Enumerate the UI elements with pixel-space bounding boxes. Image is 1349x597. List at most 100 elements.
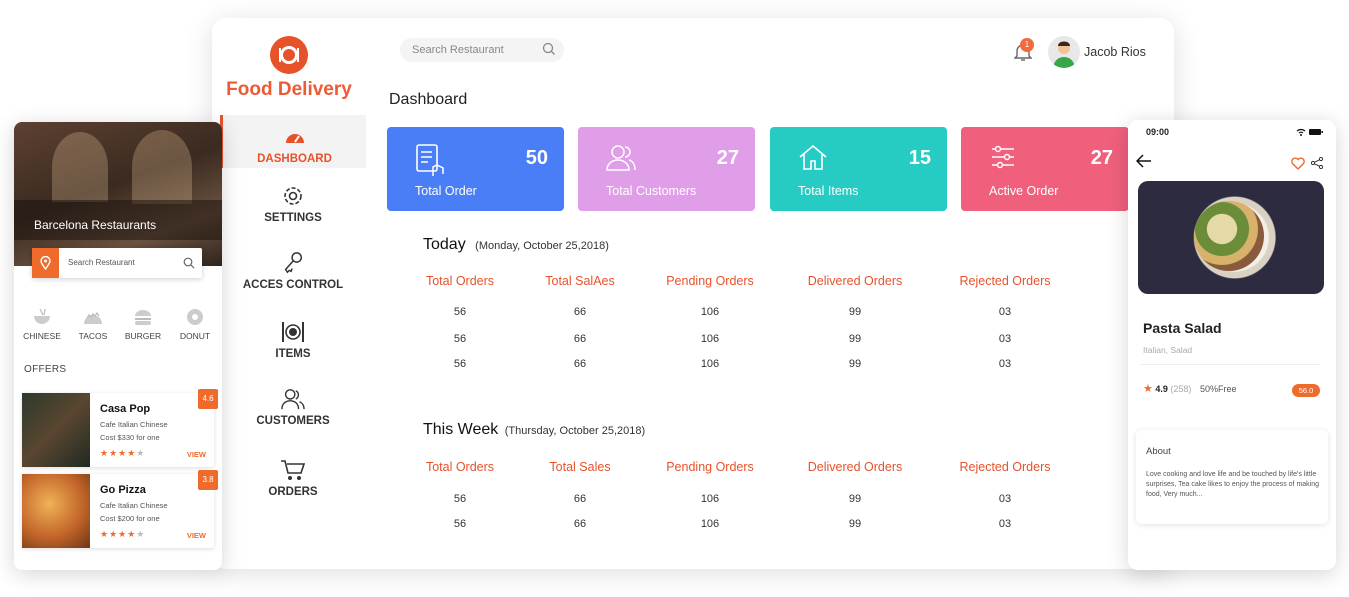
category-chinese[interactable]: CHINESE: [20, 308, 64, 341]
gear-icon: [284, 187, 302, 205]
search-icon: [183, 257, 195, 269]
rating-row: ★ 4.9 (258) 50%Free: [1143, 382, 1236, 395]
wifi-icon: [1296, 128, 1306, 136]
nav-items[interactable]: ITEMS: [220, 320, 366, 360]
table-header: Total Orders: [425, 274, 495, 288]
review-count: (258): [1170, 384, 1192, 394]
table-cell: 03: [998, 358, 1012, 370]
offer-cuisine: Cafe Italian Chinese: [100, 501, 168, 510]
back-arrow-icon[interactable]: [1136, 154, 1152, 168]
category-burger[interactable]: BURGER: [121, 308, 165, 341]
checklist-touch-icon: [416, 144, 444, 176]
table-header: Pending Orders: [666, 274, 754, 288]
table-cell: 106: [700, 333, 720, 345]
house-icon: [799, 144, 827, 170]
cart-icon: [281, 460, 306, 480]
table-header: Rejected Orders: [959, 460, 1051, 474]
left-phone: Barcelona Restaurants Search Restaurant …: [14, 122, 222, 570]
search-placeholder: Search Restaurant: [68, 258, 135, 267]
sidebar: Food Delivery DASHBOARD SETTINGS ACCES C…: [212, 18, 366, 569]
offer-card[interactable]: Go Pizza Cafe Italian Chinese Cost $200 …: [22, 470, 218, 548]
today-heading: Today (Monday, October 25,2018): [423, 236, 609, 254]
price-badge[interactable]: 56.0: [1292, 384, 1320, 397]
table-cell: 56: [453, 493, 467, 505]
restaurant-hero-image: [14, 122, 222, 266]
view-link[interactable]: VIEW: [187, 450, 206, 459]
stat-card-active-order[interactable]: 27 Active Order: [961, 127, 1129, 211]
users-icon: [606, 145, 636, 171]
category-label: TACOS: [78, 331, 108, 341]
promo-text: 50%Free: [1199, 384, 1237, 394]
table-cell: 99: [848, 306, 862, 318]
nav-orders[interactable]: ORDERS: [220, 458, 366, 498]
table-cell: 03: [998, 333, 1012, 345]
nav-settings[interactable]: SETTINGS: [220, 184, 366, 224]
category-label: CHINESE: [23, 331, 61, 341]
table-cell: 66: [573, 306, 587, 318]
star-rating: ★★★★★: [100, 529, 146, 539]
location-pin-icon[interactable]: [32, 248, 59, 278]
category-donut[interactable]: DONUT: [173, 308, 217, 341]
stat-value: 15: [908, 147, 931, 169]
table-cell: 03: [998, 306, 1012, 318]
nav-label: SETTINGS: [264, 212, 322, 224]
about-text: Love cooking and love life and be touche…: [1146, 471, 1320, 499]
table-header: Total SalAes: [545, 274, 615, 288]
user-name[interactable]: Jacob Rios: [1084, 45, 1146, 59]
week-heading: This Week (Thursday, October 25,2018): [423, 421, 645, 439]
stat-card-total-items[interactable]: 15 Total Items: [770, 127, 947, 211]
burger-icon: [135, 310, 151, 325]
table-cell: 99: [848, 518, 862, 530]
plate-cutlery-icon: [282, 322, 304, 342]
table-cell: 03: [998, 518, 1012, 530]
dish-name: Pasta Salad: [1143, 320, 1222, 336]
offer-card[interactable]: Casa Pop Cafe Italian Chinese Cost $330 …: [22, 389, 218, 467]
nav-customers[interactable]: CUSTOMERS: [220, 387, 366, 427]
table-header: Delivered Orders: [807, 274, 903, 288]
nav-access-control[interactable]: ACCES CONTROL: [220, 251, 366, 291]
table-cell: 99: [848, 358, 862, 370]
heart-icon[interactable]: [1291, 157, 1305, 170]
section-date: (Monday, October 25,2018): [475, 240, 609, 252]
category-tacos[interactable]: TACOS: [71, 308, 115, 341]
stat-card-total-customers[interactable]: 27 Total Customers: [578, 127, 755, 211]
avatar[interactable]: [1048, 36, 1080, 68]
about-card: About Love cooking and love life and be …: [1136, 430, 1328, 524]
rating-badge: 4.6: [198, 389, 218, 409]
table-cell: 56: [453, 518, 467, 530]
bowl-icon: [34, 308, 50, 324]
search-input[interactable]: Search Restaurant: [400, 38, 564, 62]
share-icon[interactable]: [1311, 157, 1323, 169]
key-icon: [284, 252, 303, 274]
nav-dashboard[interactable]: DASHBOARD: [220, 115, 366, 168]
stat-value: 27: [716, 147, 739, 169]
search-icon: [542, 42, 555, 55]
table-cell: 106: [700, 358, 720, 370]
page-title: Dashboard: [389, 91, 468, 108]
nav-label: ITEMS: [275, 348, 311, 360]
search-placeholder: Search Restaurant: [412, 44, 504, 56]
view-link[interactable]: VIEW: [187, 531, 206, 540]
speedometer-icon: [285, 134, 304, 143]
star-icon: ★: [1143, 383, 1153, 395]
dashboard-window: Food Delivery DASHBOARD SETTINGS ACCES C…: [212, 18, 1174, 569]
section-title: This Week: [423, 421, 499, 438]
stat-card-total-order[interactable]: 50 Total Order: [387, 127, 564, 211]
brand-title: Food Delivery: [226, 79, 352, 100]
stat-label: Total Order: [415, 184, 477, 198]
table-cell: 66: [573, 333, 587, 345]
taco-icon: [84, 311, 102, 324]
table-cell: 106: [700, 306, 720, 318]
table-cell: 99: [848, 333, 862, 345]
stat-label: Total Customers: [606, 184, 697, 198]
offer-image: [22, 393, 90, 467]
rating-badge: 3.8: [198, 470, 218, 490]
section-title: Today: [423, 236, 466, 253]
table-cell: 03: [998, 493, 1012, 505]
stat-value: 50: [525, 147, 548, 169]
dish-image: [1138, 181, 1324, 294]
status-time: 09:00: [1146, 127, 1170, 137]
stat-value: 27: [1090, 147, 1113, 169]
category-label: BURGER: [124, 331, 162, 341]
status-icons: [1296, 128, 1324, 138]
